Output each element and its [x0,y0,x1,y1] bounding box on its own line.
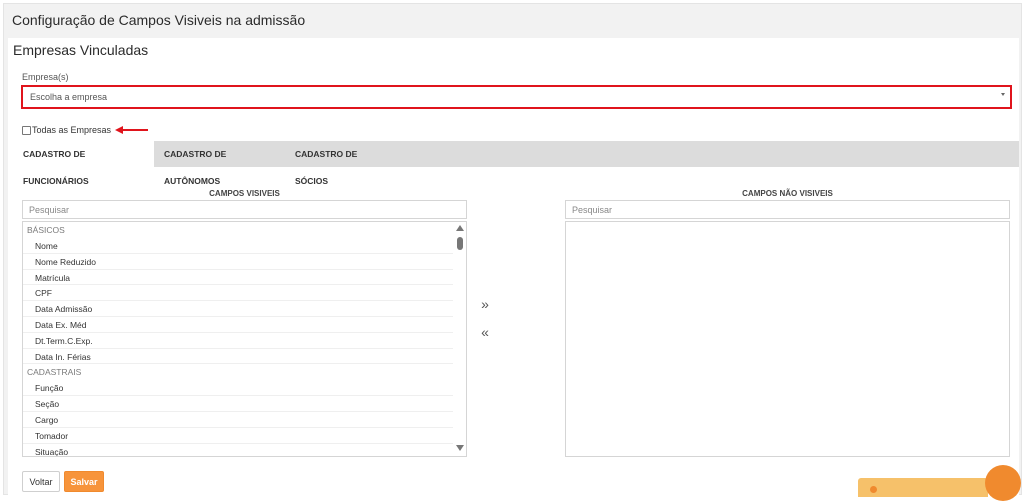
page-title: Configuração de Campos Visiveis na admis… [12,12,306,28]
scroll-down-icon[interactable] [456,445,464,451]
scroll-up-icon[interactable] [456,225,464,231]
tab-partners[interactable]: CADASTRO DE SÓCIOS [285,141,391,186]
all-companies-label[interactable]: Todas as Empresas [32,125,111,135]
company-select[interactable]: Escolha a empresa [21,85,1012,109]
list-item[interactable]: CPF [23,285,453,302]
list-item[interactable]: Tomador [23,428,453,444]
save-button[interactable]: Salvar [64,471,104,492]
visible-fields-scrollbar[interactable] [453,222,466,456]
scroll-thumb[interactable] [457,237,463,250]
list-item[interactable]: Data Ex. Méd [23,317,453,333]
hidden-fields-search-input[interactable] [565,200,1010,219]
list-item[interactable]: Data In. Férias [23,349,453,365]
tab-employees[interactable]: CADASTRO DE FUNCIONÁRIOS [13,141,154,186]
tab-autonomous[interactable]: CADASTRO DE AUTÔNOMOS [154,141,282,186]
back-button[interactable]: Voltar [22,471,60,492]
all-companies-checkbox[interactable] [22,126,31,135]
move-left-icon[interactable]: « [475,324,495,340]
chat-widget-bar[interactable] [858,478,988,497]
visible-fields-list-content: BÁSICOS Nome Nome Reduzido Matrícula CPF… [23,222,453,456]
hidden-fields-title: CAMPOS NÃO VISIVEIS [742,189,833,198]
list-item[interactable]: Data Admissão [23,301,453,317]
company-field-label: Empresa(s) [22,72,69,82]
annotation-arrow-head-icon [115,126,123,134]
chat-widget-icon [870,486,877,493]
list-item[interactable]: Cargo [23,412,453,428]
hidden-fields-list[interactable] [565,221,1010,457]
visible-fields-list[interactable]: BÁSICOS Nome Nome Reduzido Matrícula CPF… [22,221,467,457]
annotation-arrow-icon [122,129,148,131]
page-frame: Configuração de Campos Visiveis na admis… [3,3,1022,496]
list-item[interactable]: Matrícula [23,270,453,286]
list-item[interactable]: Nome [23,238,453,254]
list-item[interactable]: Dt.Term.C.Exp. [23,333,453,349]
company-select-placeholder: Escolha a empresa [30,92,108,102]
move-right-icon[interactable]: » [475,296,495,312]
group-header: BÁSICOS [27,225,65,235]
group-header: CADASTRAIS [27,367,82,378]
chat-launcher-button[interactable] [985,465,1021,501]
list-item[interactable]: Nome Reduzido [23,254,453,270]
section-title: Empresas Vinculadas [13,42,149,58]
visible-fields-search-input[interactable] [22,200,467,219]
visible-fields-title: CAMPOS VISIVEIS [209,189,280,198]
linked-companies-card: Empresas Vinculadas Empresa(s) Escolha a… [8,38,1019,496]
list-item[interactable]: Seção [23,396,453,412]
tab-bar: CADASTRO DE FUNCIONÁRIOS CADASTRO DE AUT… [13,141,1019,186]
list-item[interactable]: Situação [23,444,453,456]
caret-down-icon [1001,93,1005,96]
list-item[interactable]: Função [23,380,453,397]
